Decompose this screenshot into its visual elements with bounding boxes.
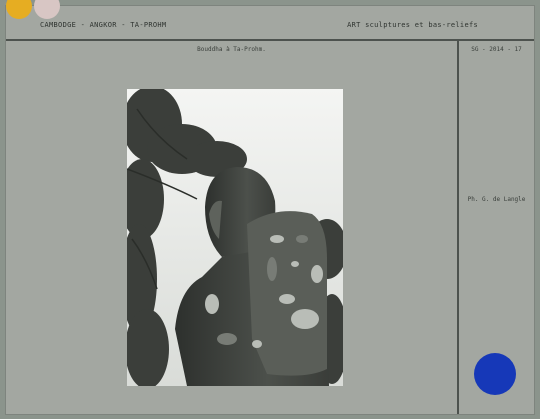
buddha-photo <box>127 89 343 386</box>
header-category: ART sculptures et bas-reliefs <box>347 21 478 29</box>
blue-stamp <box>474 353 516 395</box>
reference-number: SG - 2014 - 17 <box>471 46 522 53</box>
vertical-divider <box>457 41 459 414</box>
header-location: CAMBODGE - ANGKOR - TA-PROHM <box>40 21 167 29</box>
card-header: CAMBODGE - ANGKOR - TA-PROHM ART sculptu… <box>6 6 534 41</box>
photo-caption: Bouddha à Ta-Prohm. <box>197 46 266 53</box>
archive-card: CAMBODGE - ANGKOR - TA-PROHM ART sculptu… <box>5 5 535 415</box>
photo-credit: Ph. G. de Langle <box>467 196 526 203</box>
